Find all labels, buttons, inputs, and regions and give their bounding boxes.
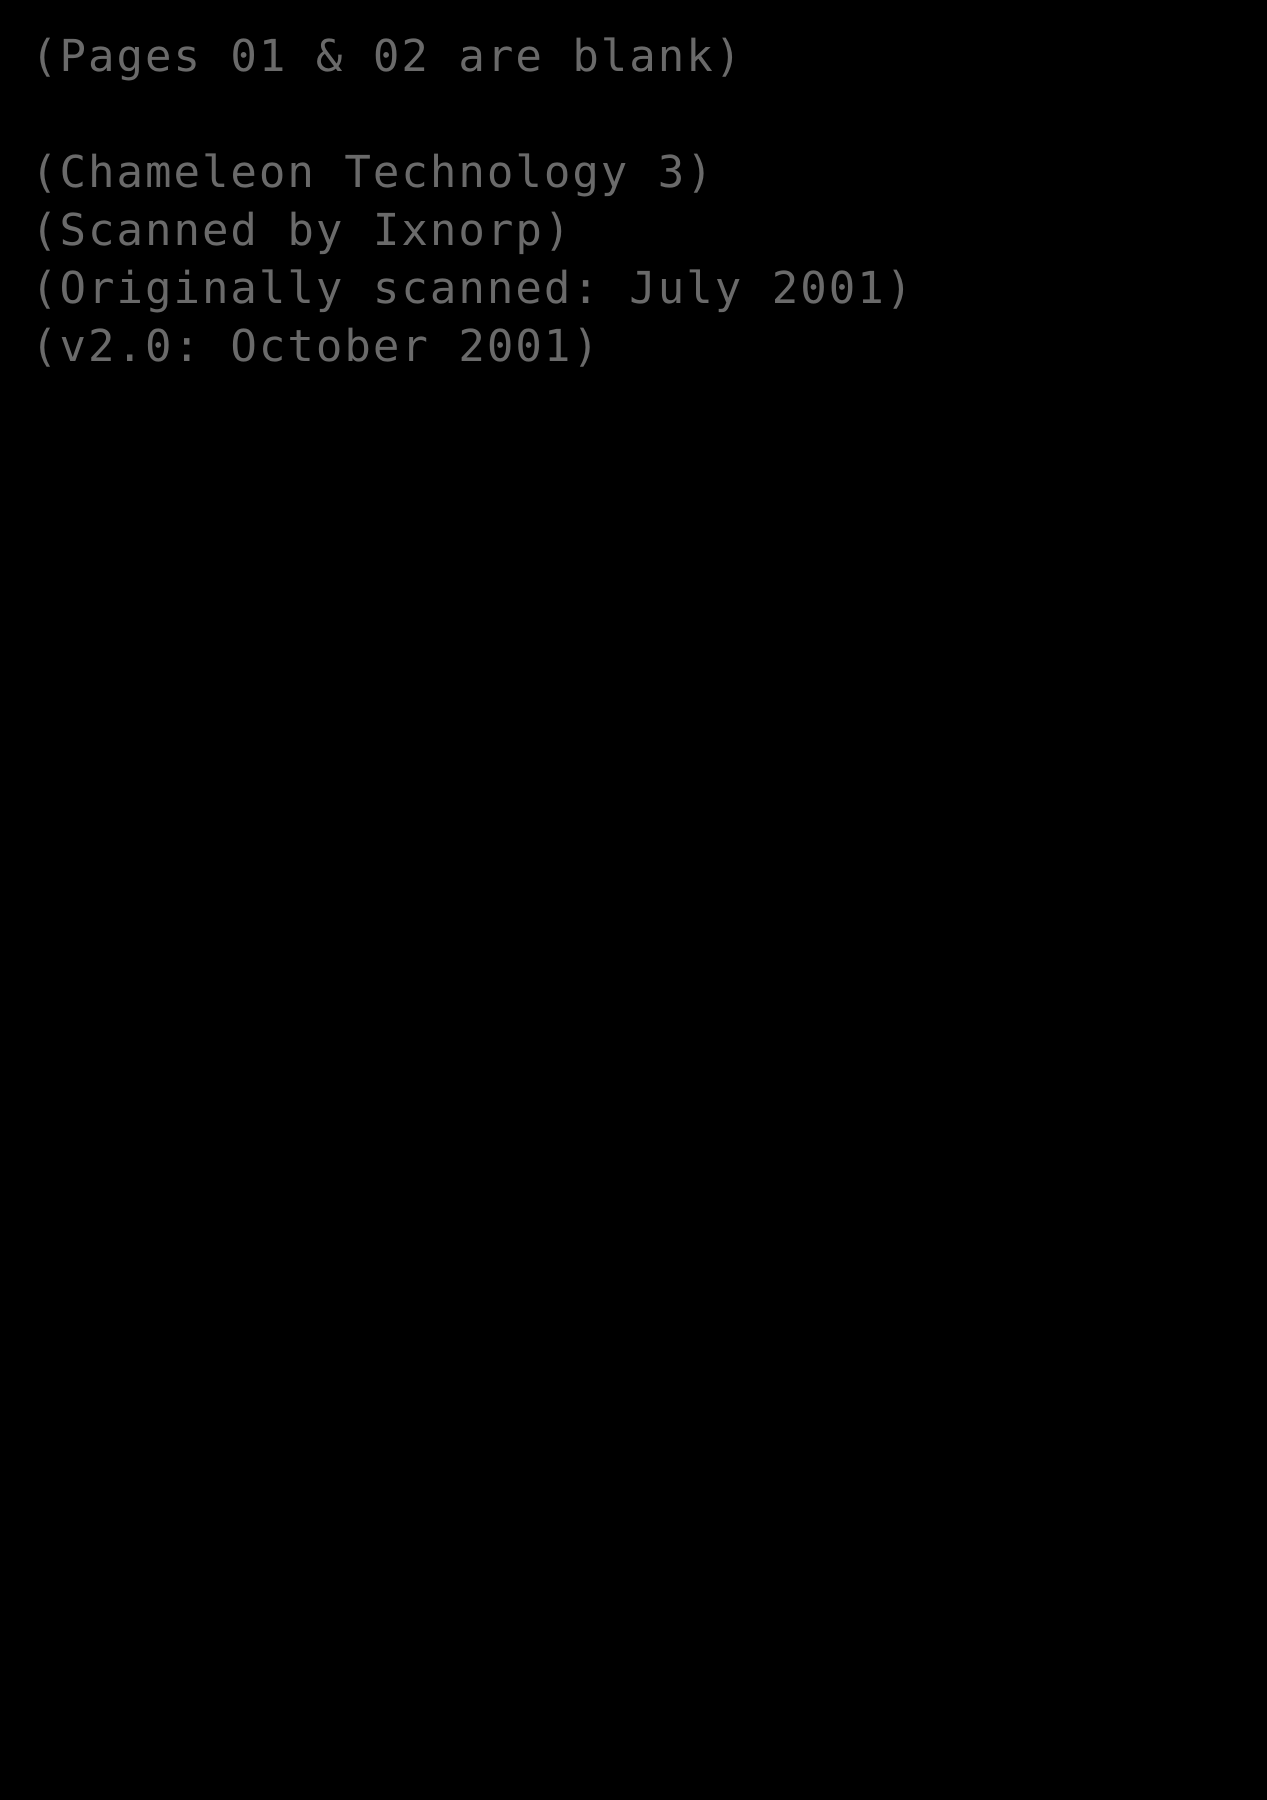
blank-separator-line bbox=[31, 86, 1231, 144]
scanner-credit-note: (Scanned by Ixnorp) bbox=[31, 205, 573, 256]
document-title-note: (Chameleon Technology 3) bbox=[31, 147, 715, 198]
original-scan-date-note: (Originally scanned: July 2001) bbox=[31, 263, 915, 314]
scan-notes-block: (Pages 01 & 02 are blank) (Chameleon Tec… bbox=[31, 28, 1231, 376]
blank-pages-note: (Pages 01 & 02 are blank) bbox=[31, 31, 744, 82]
scan-page: (Pages 01 & 02 are blank) (Chameleon Tec… bbox=[0, 0, 1267, 1800]
version-date-note: (v2.0: October 2001) bbox=[31, 321, 601, 372]
